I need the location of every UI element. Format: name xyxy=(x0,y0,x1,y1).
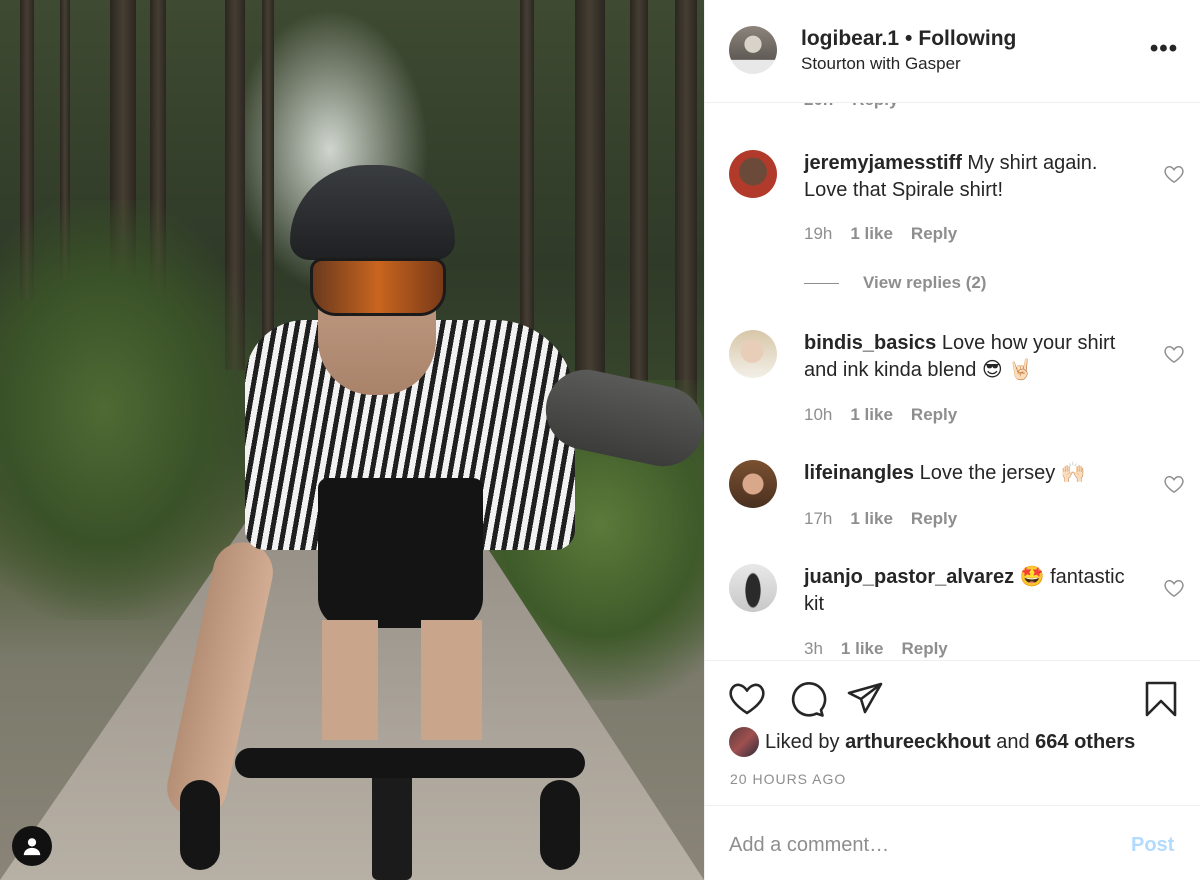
heart-icon[interactable] xyxy=(1163,474,1185,494)
post-actions: Liked by arthureeckhout and 664 others 2… xyxy=(705,660,1200,806)
post-header: logibear.1 • Following Stourton with Gaspe… xyxy=(705,0,1200,103)
author-username[interactable]: logibear.1 xyxy=(801,27,899,50)
comments-list[interactable]: 20h Reply jeremyjamesstiff My shirt agai… xyxy=(705,102,1200,660)
comment-meta: 10h 1 like Reply xyxy=(804,405,975,425)
heart-icon[interactable] xyxy=(727,679,767,719)
commenter-username[interactable]: lifeinangles xyxy=(804,462,914,484)
cyclist-helmet xyxy=(290,165,455,260)
author-avatar[interactable] xyxy=(729,26,777,74)
commenter-username[interactable]: juanjo_pastor_alvarez xyxy=(804,566,1014,588)
commenter-avatar[interactable] xyxy=(729,460,777,508)
heart-icon[interactable] xyxy=(1163,164,1185,184)
liked-by-user[interactable]: arthureeckhout xyxy=(845,731,991,753)
comment-time[interactable]: 17h xyxy=(804,509,832,528)
add-comment-input[interactable] xyxy=(729,830,1109,860)
comment-icon[interactable] xyxy=(787,679,827,719)
view-replies-label: View replies (2) xyxy=(863,273,987,292)
comment-time[interactable]: 3h xyxy=(804,639,823,658)
commenter-avatar[interactable] xyxy=(729,330,777,378)
share-icon[interactable] xyxy=(845,679,885,719)
comment-time[interactable]: 19h xyxy=(804,224,832,243)
commenter-username[interactable]: bindis_basics xyxy=(804,332,936,354)
comment-likes[interactable]: 1 like xyxy=(850,509,893,528)
author-line: logibear.1 • Following xyxy=(801,27,1016,51)
more-options-icon[interactable]: ••• xyxy=(1150,35,1177,62)
comment-text: lifeinangles Love the jersey 🙌🏻 xyxy=(804,460,1139,487)
reply-button[interactable]: Reply xyxy=(901,639,947,658)
comment-meta: 3h 1 like Reply xyxy=(804,639,966,659)
add-comment-bar: Post xyxy=(705,805,1200,881)
comment-likes[interactable]: 1 like xyxy=(841,639,884,658)
comment-text: juanjo_pastor_alvarez 🤩 fantastic kit xyxy=(804,564,1139,618)
view-replies-button[interactable]: View replies (2) xyxy=(804,273,986,293)
comment-likes[interactable]: 1 like xyxy=(850,405,893,424)
liked-by-others[interactable]: 664 others xyxy=(1035,731,1135,753)
commenter-avatar[interactable] xyxy=(729,564,777,612)
liker-avatar[interactable] xyxy=(729,727,759,757)
bike-handlebar-drop xyxy=(540,780,580,870)
view-replies-line xyxy=(804,282,839,284)
post-timestamp[interactable]: 20 HOURS AGO xyxy=(730,771,846,787)
comment-likes[interactable]: 1 like xyxy=(850,224,893,243)
cyclist-sunglasses xyxy=(310,258,446,316)
post-location[interactable]: Stourton with Gasper xyxy=(801,54,961,74)
tree-trunk xyxy=(675,0,697,420)
reply-button[interactable]: Reply xyxy=(911,509,957,528)
partial-comment-meta: 20h Reply xyxy=(804,102,898,110)
tree-trunk xyxy=(262,0,274,340)
bike-stem xyxy=(372,770,412,880)
comment-body: Love the jersey 🙌🏻 xyxy=(914,462,1086,484)
cyclist-legs xyxy=(322,620,482,740)
commenter-username[interactable]: jeremyjamesstiff xyxy=(804,152,962,174)
comment-meta: 17h 1 like Reply xyxy=(804,509,975,529)
bookmark-icon[interactable] xyxy=(1141,679,1181,719)
user-icon xyxy=(23,838,41,856)
bike-handlebar-drop xyxy=(180,780,220,870)
liked-by-prefix: Liked by xyxy=(765,731,846,753)
comment-text: bindis_basics Love how your shirt and in… xyxy=(804,330,1139,384)
follow-status-button[interactable]: Following xyxy=(918,27,1016,50)
comment-meta: 19h 1 like Reply xyxy=(804,224,975,244)
separator-dot: • xyxy=(905,27,913,50)
tree-trunk xyxy=(630,0,648,400)
liked-by-mid: and xyxy=(990,731,1036,753)
tree-trunk xyxy=(520,0,534,360)
post-comment-button[interactable]: Post xyxy=(1131,834,1174,857)
bike-handlebar xyxy=(235,748,585,778)
liked-by-text: Liked by arthureeckhout and 664 others xyxy=(765,731,1135,754)
post-sidebar: logibear.1 • Following Stourton with Gaspe… xyxy=(704,0,1200,880)
tagged-users-button[interactable] xyxy=(12,826,52,866)
cyclist-shorts xyxy=(318,478,483,628)
comment-text: jeremyjamesstiff My shirt again. Love th… xyxy=(804,150,1139,204)
post-photo[interactable] xyxy=(0,0,704,880)
commenter-avatar[interactable] xyxy=(729,150,777,198)
reply-button[interactable]: Reply xyxy=(911,224,957,243)
comment-time[interactable]: 10h xyxy=(804,405,832,424)
heart-icon[interactable] xyxy=(1163,578,1185,598)
reply-button[interactable]: Reply xyxy=(911,405,957,424)
tree-trunk xyxy=(575,0,605,390)
heart-icon[interactable] xyxy=(1163,344,1185,364)
